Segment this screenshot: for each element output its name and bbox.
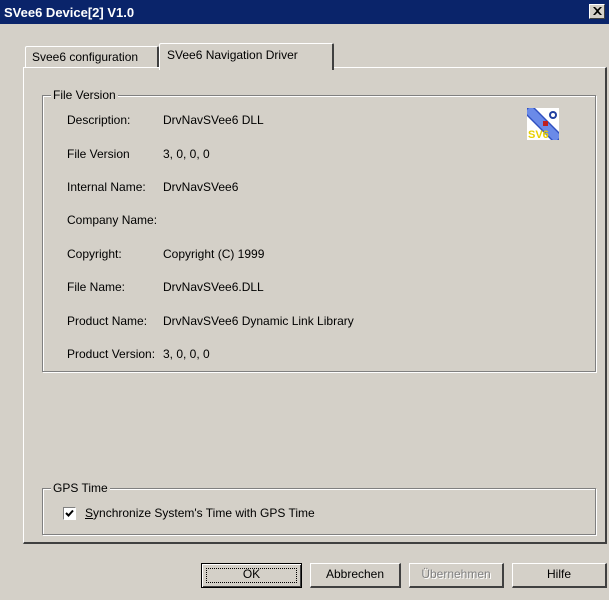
internal-name-label: Internal Name: bbox=[67, 180, 146, 194]
cancel-button[interactable]: Abbrechen bbox=[310, 563, 401, 588]
file-version-label: File Version bbox=[67, 147, 130, 161]
file-name-label: File Name: bbox=[67, 280, 126, 294]
file-version-value: 3, 0, 0, 0 bbox=[163, 147, 210, 161]
copyright-label: Copyright: bbox=[67, 247, 122, 261]
product-version-value: 3, 0, 0, 0 bbox=[163, 347, 210, 361]
ok-button[interactable]: OK bbox=[201, 563, 302, 588]
gps-time-legend: GPS Time bbox=[51, 481, 110, 495]
window-title: SVee6 Device[2] V1.0 bbox=[4, 5, 135, 20]
internal-name-value: DrvNavSVee6 bbox=[163, 180, 239, 194]
company-name-label: Company Name: bbox=[67, 213, 158, 227]
svg-text:SV6: SV6 bbox=[528, 129, 549, 140]
tab-label: Svee6 configuration bbox=[32, 50, 139, 64]
file-version-legend: File Version bbox=[51, 88, 118, 102]
close-icon bbox=[593, 7, 602, 15]
product-name-label: Product Name: bbox=[67, 314, 148, 328]
dialog-window: SVee6 Device[2] V1.0 Svee6 configuration… bbox=[0, 0, 609, 600]
help-button[interactable]: Hilfe bbox=[512, 563, 607, 588]
sync-time-label-text: ynchronize System's Time with GPS Time bbox=[93, 506, 315, 520]
cancel-button-label: Abbrechen bbox=[325, 567, 385, 581]
tab-panel: File Version SV6 Description: DrvNavSVee… bbox=[23, 67, 607, 544]
checkmark-icon bbox=[65, 509, 74, 517]
ok-button-label: OK bbox=[242, 567, 261, 581]
help-button-label: Hilfe bbox=[546, 567, 571, 581]
sync-time-checkbox-label[interactable]: Synchronize System's Time with GPS Time bbox=[85, 506, 315, 520]
description-label: Description: bbox=[67, 113, 131, 127]
close-button[interactable] bbox=[589, 4, 605, 19]
file-name-value: DrvNavSVee6.DLL bbox=[163, 280, 264, 294]
apply-button-label: Übernehmen bbox=[421, 567, 491, 581]
description-value: DrvNavSVee6 DLL bbox=[163, 113, 264, 127]
title-bar[interactable]: SVee6 Device[2] V1.0 bbox=[0, 0, 609, 24]
file-version-group: File Version SV6 Description: DrvNavSVee… bbox=[42, 88, 596, 372]
gps-time-group: GPS Time Synchronize System's Time with … bbox=[42, 481, 596, 535]
sync-time-mnemonic: S bbox=[85, 506, 94, 520]
sync-time-checkbox[interactable] bbox=[63, 507, 76, 520]
tab-label: SVee6 Navigation Driver bbox=[167, 48, 298, 62]
product-name-value: DrvNavSVee6 Dynamic Link Library bbox=[163, 314, 354, 328]
product-version-label: Product Version: bbox=[67, 347, 156, 361]
tab-svee6-configuration[interactable]: Svee6 configuration bbox=[25, 46, 159, 68]
apply-button[interactable]: Übernehmen bbox=[409, 563, 504, 588]
copyright-value: Copyright (C) 1999 bbox=[163, 247, 265, 261]
tab-svee6-navigation-driver[interactable]: SVee6 Navigation Driver bbox=[159, 43, 334, 70]
sv6-driver-icon: SV6 bbox=[527, 108, 559, 141]
